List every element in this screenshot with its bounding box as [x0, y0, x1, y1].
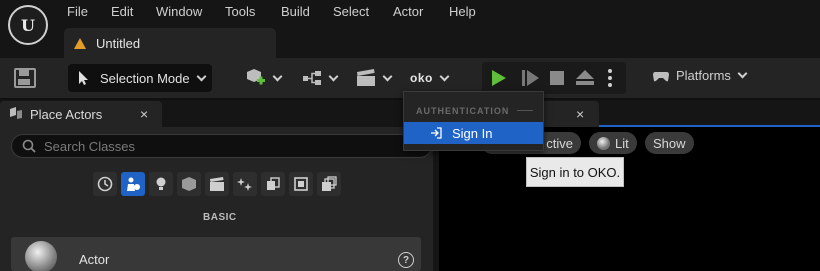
show-label: Show	[653, 135, 686, 151]
add-cube-icon	[247, 69, 265, 85]
step-icon[interactable]	[522, 70, 525, 86]
platforms-button[interactable]: Platforms	[652, 68, 748, 83]
category-tabs	[93, 172, 341, 196]
sphere-icon	[25, 241, 57, 271]
tooltip: Sign in to OKO.	[526, 157, 624, 187]
search-classes-input[interactable]	[44, 138, 404, 154]
warning-icon	[74, 37, 86, 49]
cinematics-button[interactable]	[356, 68, 393, 88]
dropdown-section-header: AUTHENTICATION	[416, 106, 510, 116]
unreal-logo-icon[interactable]: U	[8, 5, 48, 45]
basic-category-icon[interactable]	[121, 172, 145, 196]
close-icon[interactable]: ×	[140, 106, 148, 122]
lights-category-icon[interactable]	[149, 172, 173, 196]
chevron-down-icon	[439, 71, 450, 81]
oko-button[interactable]: oko	[410, 68, 450, 88]
menu-actor[interactable]: Actor	[393, 4, 423, 20]
chevron-down-icon	[382, 71, 393, 81]
save-icon[interactable]	[14, 68, 36, 88]
section-title: BASIC	[203, 212, 237, 223]
all-classes-category-icon[interactable]	[317, 172, 341, 196]
logo-letter: U	[21, 15, 35, 35]
play-icon[interactable]	[492, 70, 506, 86]
search-icon	[22, 139, 36, 153]
lit-button[interactable]: Lit	[589, 132, 637, 154]
close-icon[interactable]: ×	[576, 106, 584, 122]
visual-effects-category-icon[interactable]	[233, 172, 257, 196]
add-actor-button[interactable]	[246, 68, 283, 88]
menu-tools[interactable]: Tools	[225, 4, 255, 20]
menu-build[interactable]: Build	[281, 4, 310, 20]
oko-dropdown-menu: AUTHENTICATION Sign In	[403, 91, 544, 151]
list-item[interactable]: Actor ?	[11, 237, 421, 271]
sign-in-label: Sign In	[452, 125, 493, 141]
more-options-icon[interactable]	[608, 69, 612, 87]
dropdown-section-rule	[517, 110, 533, 111]
gamepad-icon	[653, 71, 669, 81]
chevron-down-icon	[328, 71, 339, 81]
lit-sphere-icon	[597, 136, 610, 150]
platforms-label: Platforms	[676, 68, 731, 83]
chevron-down-icon	[272, 71, 283, 81]
volumes-category-icon[interactable]	[289, 172, 313, 196]
place-actors-tab-label: Place Actors	[30, 106, 103, 122]
recent-category-icon[interactable]	[93, 172, 117, 196]
geometry-category-icon[interactable]	[261, 172, 285, 196]
selection-mode-button[interactable]: Selection Mode	[68, 64, 212, 92]
document-tab-label: Untitled	[96, 35, 141, 51]
step-arrow-icon	[527, 70, 539, 86]
menu-window[interactable]: Window	[156, 4, 202, 20]
cinematic-category-icon[interactable]	[205, 172, 229, 196]
perspective-label: ctive	[546, 135, 573, 151]
menu-bar: U File Edit Window Tools Build Select Ac…	[0, 0, 820, 58]
shapes-category-icon[interactable]	[177, 172, 201, 196]
help-icon[interactable]: ?	[398, 252, 414, 268]
blueprint-button[interactable]	[302, 68, 339, 88]
selection-mode-label: Selection Mode	[100, 70, 190, 86]
oko-logo: oko	[410, 71, 433, 85]
document-tab[interactable]: Untitled	[64, 28, 276, 58]
clapperboard-icon	[357, 69, 375, 86]
chevron-down-icon	[196, 71, 207, 81]
play-controls	[482, 62, 626, 94]
place-actors-icon	[10, 107, 22, 119]
lit-label: Lit	[615, 135, 629, 151]
menu-select[interactable]: Select	[333, 4, 369, 20]
place-actors-tab[interactable]: Place Actors	[0, 101, 162, 127]
show-button[interactable]: Show	[645, 132, 694, 154]
menu-help[interactable]: Help	[449, 4, 476, 20]
search-classes-field[interactable]	[11, 134, 432, 158]
cursor-icon	[79, 71, 88, 85]
chevron-down-icon	[737, 68, 748, 79]
sign-in-icon	[431, 127, 442, 139]
eject-bar-icon	[576, 81, 594, 85]
actor-label: Actor	[79, 252, 110, 267]
blueprint-icon	[303, 71, 321, 85]
menu-file[interactable]: File	[67, 4, 88, 20]
sign-in-menu-item[interactable]: Sign In	[404, 122, 543, 144]
menu-edit[interactable]: Edit	[111, 4, 133, 20]
stop-icon[interactable]	[550, 71, 564, 85]
eject-icon[interactable]	[576, 70, 594, 79]
